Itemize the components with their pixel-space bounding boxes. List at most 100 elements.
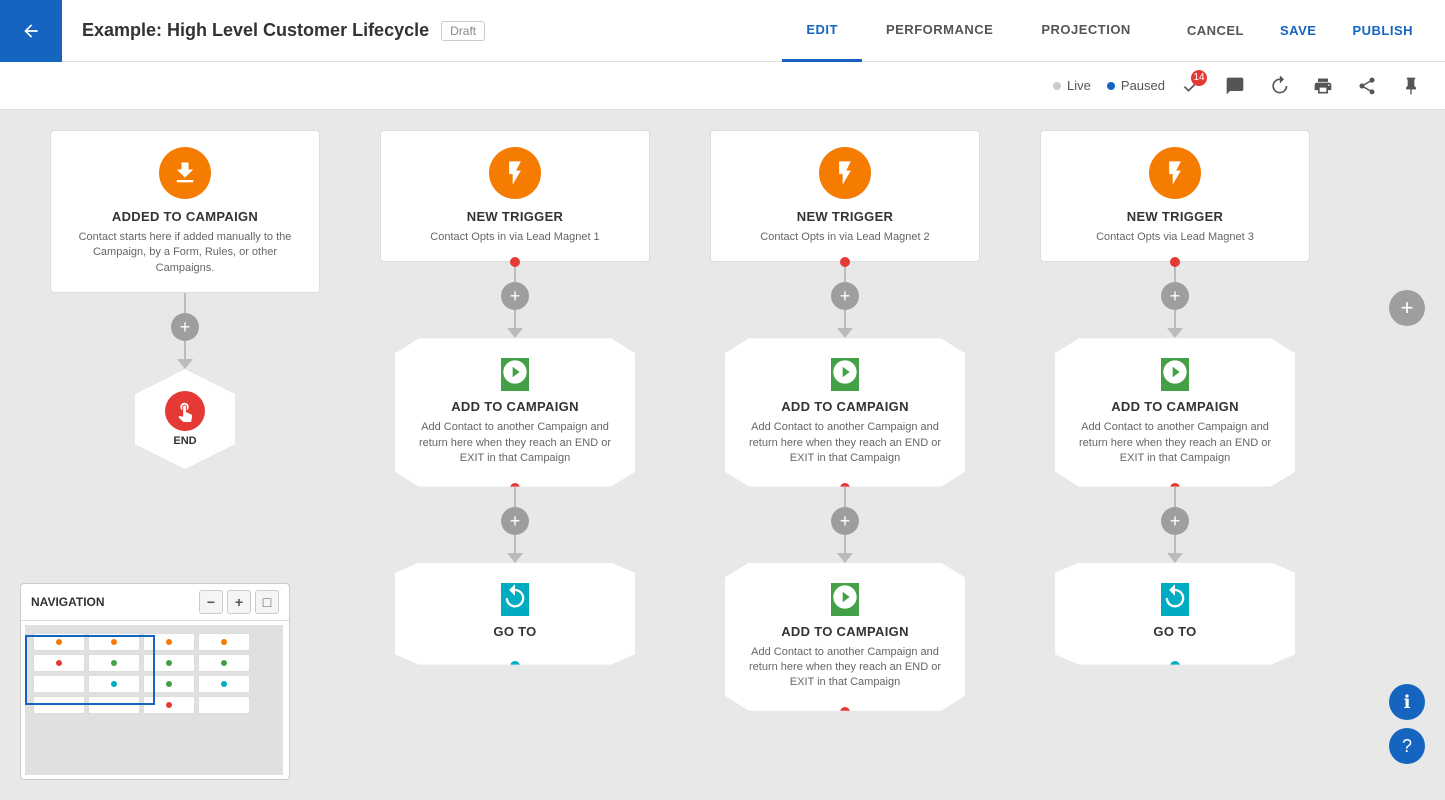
action-desc-3b: Add Contact to another Campaign and retu…: [741, 645, 949, 691]
live-dot: [1053, 82, 1061, 90]
toolbar: Live Paused 14: [0, 62, 1445, 110]
print-button[interactable]: [1305, 68, 1341, 104]
end-node-container: END: [135, 369, 235, 469]
live-label: Live: [1067, 78, 1091, 93]
connector-2b: +: [501, 487, 529, 563]
trigger-desc-1: Contact starts here if added manually to…: [67, 230, 303, 276]
trigger-2-dot: [510, 257, 520, 267]
nav-tabs: EDIT PERFORMANCE PROJECTION: [782, 0, 1154, 62]
add-step-btn-4b[interactable]: +: [1161, 507, 1189, 535]
trigger-title-1: ADDED TO CAMPAIGN: [112, 209, 258, 224]
action-card-3b[interactable]: ADD TO CAMPAIGN Add Contact to another C…: [725, 563, 965, 711]
trigger-card-3[interactable]: NEW TRIGGER Contact Opts in via Lead Mag…: [710, 130, 980, 262]
trigger-2-icon: [489, 147, 541, 199]
add-column-button[interactable]: +: [1389, 290, 1425, 326]
trigger-desc-2: Contact Opts in via Lead Magnet 1: [430, 230, 599, 245]
add-step-btn-2b[interactable]: +: [501, 507, 529, 535]
share-button[interactable]: [1349, 68, 1385, 104]
goto-2-icon: [501, 583, 529, 616]
action-title-3a: ADD TO CAMPAIGN: [781, 399, 909, 414]
paused-dot: [1107, 82, 1115, 90]
action-title-3b: ADD TO CAMPAIGN: [781, 624, 909, 639]
action-desc-3a: Add Contact to another Campaign and retu…: [741, 420, 949, 466]
nav-actions: CANCEL SAVE PUBLISH: [1155, 23, 1445, 38]
trigger-card-2[interactable]: NEW TRIGGER Contact Opts in via Lead Mag…: [380, 130, 650, 262]
trigger-card-1[interactable]: ADDED TO CAMPAIGN Contact starts here if…: [50, 130, 320, 293]
workflow-col-4: NEW TRIGGER Contact Opts via Lead Magnet…: [1010, 130, 1340, 711]
cancel-button[interactable]: CANCEL: [1171, 23, 1260, 38]
action-3b-icon: [831, 583, 859, 616]
action-card-4a[interactable]: ADD TO CAMPAIGN Add Contact to another C…: [1055, 338, 1295, 486]
tab-projection[interactable]: PROJECTION: [1017, 0, 1155, 62]
nav-panel-title: NAVIGATION: [31, 595, 105, 609]
workflow-col-2: NEW TRIGGER Contact Opts in via Lead Mag…: [350, 130, 680, 711]
goto-title-2: GO TO: [493, 624, 536, 639]
action-3a-icon: [831, 358, 859, 391]
trigger-3-dot: [840, 257, 850, 267]
goto-title-4: GO TO: [1153, 624, 1196, 639]
nav-panel-controls: − + □: [199, 590, 279, 614]
trigger-4-icon: [1149, 147, 1201, 199]
history-button[interactable]: [1261, 68, 1297, 104]
goto-4-dot: [1170, 661, 1180, 671]
nav-mini-map[interactable]: [25, 625, 283, 775]
tasks-button[interactable]: 14: [1173, 68, 1209, 104]
goto-card-2[interactable]: GO TO: [395, 563, 635, 665]
pin-button[interactable]: [1393, 68, 1429, 104]
save-button[interactable]: SAVE: [1264, 23, 1332, 38]
nav-panel-header: NAVIGATION − + □: [21, 584, 289, 621]
end-node[interactable]: END: [135, 369, 235, 469]
messages-button[interactable]: [1217, 68, 1253, 104]
trigger-title-4: NEW TRIGGER: [1127, 209, 1223, 224]
tasks-badge: 14: [1191, 70, 1207, 86]
live-status: Live: [1053, 78, 1091, 93]
back-button[interactable]: [0, 0, 62, 62]
campaign-title: Example: High Level Customer Lifecycle: [82, 20, 429, 41]
navigation-panel: NAVIGATION − + □: [20, 583, 290, 780]
action-2a-icon: [501, 358, 529, 391]
connector-2a: +: [501, 262, 529, 338]
zoom-in-button[interactable]: +: [227, 590, 251, 614]
nav-viewport: [25, 635, 155, 705]
help-button[interactable]: ?: [1389, 728, 1425, 764]
action-title-2a: ADD TO CAMPAIGN: [451, 399, 579, 414]
connector-3a: +: [831, 262, 859, 338]
nav-panel-content: [21, 621, 289, 779]
action-4a-icon: [1161, 358, 1189, 391]
workflow-col-3: NEW TRIGGER Contact Opts in via Lead Mag…: [680, 130, 1010, 711]
add-step-btn-3a[interactable]: +: [831, 282, 859, 310]
top-nav: Example: High Level Customer Lifecycle D…: [0, 0, 1445, 62]
info-button[interactable]: ℹ: [1389, 684, 1425, 720]
trigger-title-3: NEW TRIGGER: [797, 209, 893, 224]
add-step-btn-3b[interactable]: +: [831, 507, 859, 535]
action-desc-2a: Add Contact to another Campaign and retu…: [411, 420, 619, 466]
end-icon: [165, 391, 205, 431]
trigger-desc-3: Contact Opts in via Lead Magnet 2: [760, 230, 929, 245]
add-step-btn-4a[interactable]: +: [1161, 282, 1189, 310]
action-desc-4a: Add Contact to another Campaign and retu…: [1071, 420, 1279, 466]
end-label: END: [173, 435, 196, 447]
tab-edit[interactable]: EDIT: [782, 0, 862, 62]
workflow-canvas: ADDED TO CAMPAIGN Contact starts here if…: [0, 110, 1445, 800]
trigger-3-icon: [819, 147, 871, 199]
action-title-4a: ADD TO CAMPAIGN: [1111, 399, 1239, 414]
draft-badge: Draft: [441, 21, 485, 41]
zoom-fit-button[interactable]: □: [255, 590, 279, 614]
action-card-3a[interactable]: ADD TO CAMPAIGN Add Contact to another C…: [725, 338, 965, 486]
paused-label: Paused: [1121, 78, 1165, 93]
trigger-desc-4: Contact Opts via Lead Magnet 3: [1096, 230, 1254, 245]
goto-card-4[interactable]: GO TO: [1055, 563, 1295, 665]
action-card-2a[interactable]: ADD TO CAMPAIGN Add Contact to another C…: [395, 338, 635, 486]
trigger-title-2: NEW TRIGGER: [467, 209, 563, 224]
connector-1a: +: [171, 293, 199, 369]
zoom-out-button[interactable]: −: [199, 590, 223, 614]
action-3b-dot: [840, 707, 850, 717]
tab-performance[interactable]: PERFORMANCE: [862, 0, 1017, 62]
add-step-btn-1a[interactable]: +: [171, 313, 199, 341]
goto-2-dot: [510, 661, 520, 671]
added-campaign-icon: [159, 147, 211, 199]
trigger-card-4[interactable]: NEW TRIGGER Contact Opts via Lead Magnet…: [1040, 130, 1310, 262]
add-step-btn-2a[interactable]: +: [501, 282, 529, 310]
trigger-4-dot: [1170, 257, 1180, 267]
publish-button[interactable]: PUBLISH: [1336, 23, 1429, 38]
